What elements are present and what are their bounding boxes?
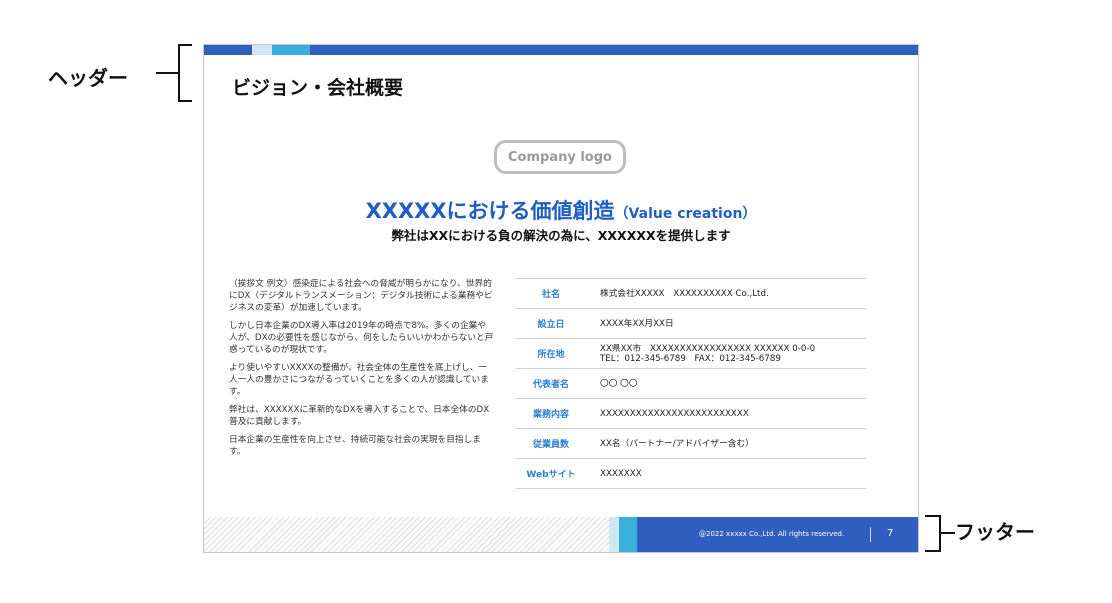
header-bracket-tick xyxy=(156,72,178,74)
table-row: 設立日 XXXX年XX月XX日 xyxy=(516,308,866,339)
header-accent-light xyxy=(252,45,272,55)
row-label: 所在地 xyxy=(537,350,565,360)
paragraph: （挨拶文 例文）感染症による社会への脅威が明らかになり、世界的にDX（デジタルト… xyxy=(229,279,493,313)
row-value: XX県XX市 XXXXXXXXXXXXXXXXX XXXXXX 0-0-0 TE… xyxy=(586,339,866,369)
subheadline: 弊社はXXにおける負の解決の為に、XXXXXXを提供します xyxy=(391,228,731,243)
paragraph: 日本企業の生産性を向上させ、持続可能な社会の実現を目指します。 xyxy=(229,435,481,457)
row-label: 社名 xyxy=(541,290,560,300)
company-info-table: 社名 株式会社XXXXX XXXXXXXXXX Co.,Ltd. 設立日 XXX… xyxy=(516,278,866,489)
row-value: XX名（パートナー/アドバイザー含む） xyxy=(600,438,754,449)
table-row: Webサイト XXXXXXX xyxy=(516,458,866,489)
row-value: XXXXXXX xyxy=(600,468,642,479)
row-label: 代表者名 xyxy=(532,380,569,390)
footer-divider xyxy=(870,527,871,542)
header-bar xyxy=(204,45,918,55)
row-label: Webサイト xyxy=(526,470,576,480)
slide-title: ビジョン・会社概要 xyxy=(232,77,404,99)
company-logo: Company logo xyxy=(494,140,626,174)
footer-bracket-top xyxy=(925,515,939,517)
phone-line: TEL：012-345-6789 FAX：012-345-6789 xyxy=(600,353,781,364)
table-row: 社名 株式会社XXXXX XXXXXXXXXX Co.,Ltd. xyxy=(516,278,866,309)
address-line: XX県XX市 XXXXXXXXXXXXXXXXX XXXXXX 0-0-0 xyxy=(600,343,816,354)
greeting-text: （挨拶文 例文）感染症による社会への脅威が明らかになり、世界的にDX（デジタルト… xyxy=(229,278,494,464)
table-row: 業務内容 XXXXXXXXXXXXXXXXXXXXXXXXX xyxy=(516,398,866,429)
footer-annotation-label: フッター xyxy=(955,520,1035,544)
footer-hatch-pattern xyxy=(204,517,609,552)
header-annotation-label: ヘッダー xyxy=(48,66,128,90)
footer-accent-light xyxy=(609,517,619,552)
row-value: 〇〇 〇〇 xyxy=(600,378,638,389)
row-value: XXXX年XX月XX日 xyxy=(600,318,674,329)
headline-main: XXXXXにおける価値創造 xyxy=(365,199,615,223)
slide: ビジョン・会社概要 Company logo XXXXXにおける価値創造（Val… xyxy=(203,44,919,553)
row-label: 設立日 xyxy=(537,320,565,330)
footer-bracket-tick xyxy=(941,532,955,534)
header-accent-cyan xyxy=(272,45,310,55)
company-logo-text: Company logo xyxy=(508,149,612,165)
table-row: 代表者名 〇〇 〇〇 xyxy=(516,368,866,399)
table-row: 所在地 XX県XX市 XXXXXXXXXXXXXXXXX XXXXXX 0-0-… xyxy=(516,338,866,369)
headline: XXXXXにおける価値創造（Value creation） xyxy=(204,195,918,225)
row-label: 業務内容 xyxy=(532,410,569,420)
page-number: 7 xyxy=(887,528,894,539)
header-bracket xyxy=(178,44,180,102)
table-row: 従業員数 XX名（パートナー/アドバイザー含む） xyxy=(516,428,866,459)
header-bracket-bottom xyxy=(178,100,192,102)
row-label: 従業員数 xyxy=(532,440,569,450)
headline-sub: （Value creation） xyxy=(614,206,757,222)
footer-bracket-bottom xyxy=(925,550,939,552)
row-value: 株式会社XXXXX XXXXXXXXXX Co.,Ltd. xyxy=(600,288,769,299)
row-value: XXXXXXXXXXXXXXXXXXXXXXXXX xyxy=(600,408,749,419)
paragraph: 弊社は、XXXXXXに革新的なDXを導入することで、日本全体のDX普及に貢献しま… xyxy=(229,405,490,427)
copyright-text: @2022 xxxxx Co.,Ltd. All rights reserved… xyxy=(699,530,845,538)
paragraph: より使いやすいXXXXの整備が、社会全体の生産性を底上げし、一人一人の豊かさにつ… xyxy=(229,363,489,397)
paragraph: しかし日本企業のDX導入率は2019年の時点で8%。多くの企業や人が、DXの必要… xyxy=(229,321,494,355)
footer-accent-cyan xyxy=(619,517,637,552)
header-bracket-top xyxy=(178,44,192,46)
